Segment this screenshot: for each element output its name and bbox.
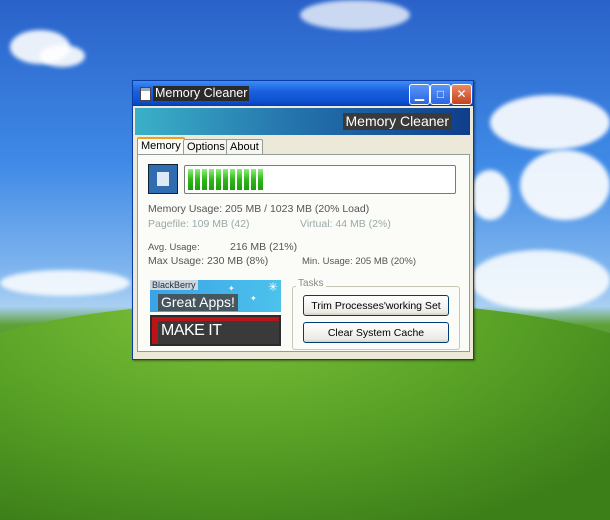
tasks-legend: Tasks bbox=[296, 278, 326, 289]
avg-usage-value: 216 MB (21%) bbox=[230, 241, 298, 253]
ad-title: Great Apps! bbox=[158, 294, 238, 311]
window-title: Memory Cleaner bbox=[153, 86, 250, 101]
avg-usage-label: Avg. Usage: bbox=[148, 242, 200, 253]
memory-panel: Memory Usage: 205 MB / 1023 MB (20% Load… bbox=[137, 154, 470, 352]
memory-usage-fill bbox=[188, 169, 263, 190]
progress-segment bbox=[195, 169, 200, 190]
sparkle-icon: ✳ bbox=[268, 280, 279, 294]
memory-usage-text: Memory Usage: 205 MB / 1023 MB (20% Load… bbox=[148, 203, 370, 215]
virtual-text: Virtual: 44 MB (2%) bbox=[300, 218, 391, 230]
progress-segment bbox=[237, 169, 242, 190]
sparkle-icon: ✦ bbox=[250, 294, 257, 303]
title-bar[interactable]: Memory Cleaner ▁ □ ✕ bbox=[133, 81, 473, 106]
progress-segment bbox=[258, 169, 263, 190]
sparkle-icon: ✦ bbox=[228, 284, 235, 293]
ad-brand-label: BlackBerry bbox=[150, 280, 198, 290]
ad-banner-make-it-better[interactable]: MAKE IT BETTER bbox=[150, 315, 281, 346]
app-icon bbox=[140, 87, 151, 101]
maximize-button[interactable]: □ bbox=[430, 84, 451, 105]
ad-banner-great-apps[interactable]: BlackBerry Great Apps! ✳ ✦ ✦ bbox=[150, 280, 281, 312]
memory-cleaner-window: Memory Cleaner ▁ □ ✕ Memory Cleaner Memo… bbox=[132, 80, 474, 360]
progress-segment bbox=[188, 169, 193, 190]
trim-processes-button[interactable]: Trim Processes'working Set bbox=[303, 295, 449, 316]
progress-segment bbox=[251, 169, 256, 190]
close-button[interactable]: ✕ bbox=[451, 84, 472, 105]
min-usage-text: Min. Usage: 205 MB (20%) bbox=[302, 256, 417, 267]
tab-options[interactable]: Options bbox=[183, 139, 229, 155]
progress-segment bbox=[244, 169, 249, 190]
ad-title: MAKE IT BETTER bbox=[158, 321, 279, 344]
progress-segment bbox=[223, 169, 228, 190]
clear-system-cache-button[interactable]: Clear System Cache bbox=[303, 322, 449, 343]
progress-segment bbox=[202, 169, 207, 190]
tab-about[interactable]: About bbox=[226, 139, 263, 155]
max-usage-text: Max Usage: 230 MB (8%) bbox=[148, 255, 269, 267]
pagefile-text: Pagefile: 109 MB (42) bbox=[148, 218, 250, 230]
memory-chip-icon bbox=[148, 164, 178, 194]
banner-title: Memory Cleaner bbox=[342, 113, 452, 130]
header-banner: Memory Cleaner bbox=[135, 108, 470, 135]
memory-usage-bar bbox=[184, 165, 456, 194]
progress-segment bbox=[230, 169, 235, 190]
tasks-group: Trim Processes'working Set Clear System … bbox=[292, 286, 460, 350]
progress-segment bbox=[216, 169, 221, 190]
progress-segment bbox=[209, 169, 214, 190]
minimize-button[interactable]: ▁ bbox=[409, 84, 430, 105]
